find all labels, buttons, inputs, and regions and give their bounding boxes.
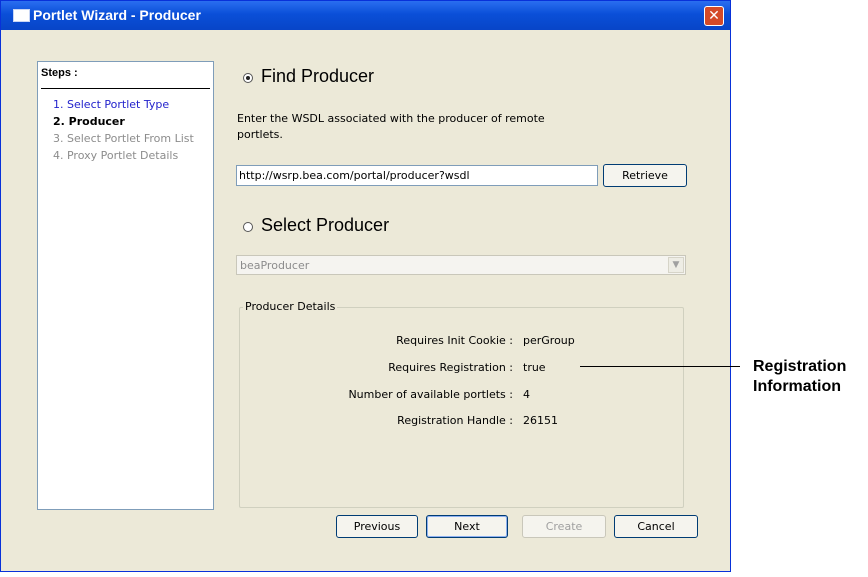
find-producer-label[interactable]: Find Producer xyxy=(261,66,374,87)
annotation-leader-line xyxy=(580,366,740,367)
previous-button[interactable]: Previous xyxy=(336,515,418,538)
select-producer-radio[interactable] xyxy=(243,222,253,232)
step-proxy-portlet-details: 4. Proxy Portlet Details xyxy=(53,149,179,162)
steps-panel: Steps : 1. Select Portlet Type 2. Produc… xyxy=(37,61,214,510)
window-icon xyxy=(13,9,30,22)
window-title: Portlet Wizard - Producer xyxy=(33,7,201,23)
retrieve-button[interactable]: Retrieve xyxy=(603,164,687,187)
requires-init-cookie-label: Requires Init Cookie : xyxy=(396,334,513,347)
close-button[interactable]: ✕ xyxy=(704,6,724,26)
wsdl-url-input[interactable] xyxy=(236,165,598,186)
registration-handle-value: 26151 xyxy=(523,414,558,427)
requires-registration-value: true xyxy=(523,361,546,374)
title-bar[interactable]: Portlet Wizard - Producer ✕ xyxy=(1,1,730,30)
annotation-line-1: Registration xyxy=(753,358,847,375)
next-button[interactable]: Next xyxy=(426,515,508,538)
chevron-down-icon[interactable]: ▼ xyxy=(668,257,684,273)
steps-header: Steps : xyxy=(41,67,78,79)
create-button: Create xyxy=(522,515,606,538)
find-producer-radio[interactable] xyxy=(243,73,253,83)
registration-information-annotation: Registration Information xyxy=(753,357,846,397)
select-producer-label[interactable]: Select Producer xyxy=(261,215,389,236)
wsdl-description: Enter the WSDL associated with the produ… xyxy=(237,112,545,141)
steps-divider xyxy=(41,88,210,89)
requires-init-cookie-value: perGroup xyxy=(523,334,575,347)
available-portlets-label: Number of available portlets : xyxy=(348,388,513,401)
requires-registration-label: Requires Registration : xyxy=(388,361,513,374)
annotation-line-2: Information xyxy=(753,378,841,395)
registration-handle-label: Registration Handle : xyxy=(397,414,513,427)
producer-dropdown-value: beaProducer xyxy=(240,259,310,272)
cancel-button[interactable]: Cancel xyxy=(614,515,698,538)
step-producer: 2. Producer xyxy=(53,115,125,128)
step-select-portlet-from-list: 3. Select Portlet From List xyxy=(53,132,194,145)
step-select-portlet-type[interactable]: 1. Select Portlet Type xyxy=(53,98,169,111)
producer-dropdown[interactable]: beaProducer ▼ xyxy=(236,255,686,275)
producer-details-legend: Producer Details xyxy=(243,300,338,313)
available-portlets-value: 4 xyxy=(523,388,530,401)
